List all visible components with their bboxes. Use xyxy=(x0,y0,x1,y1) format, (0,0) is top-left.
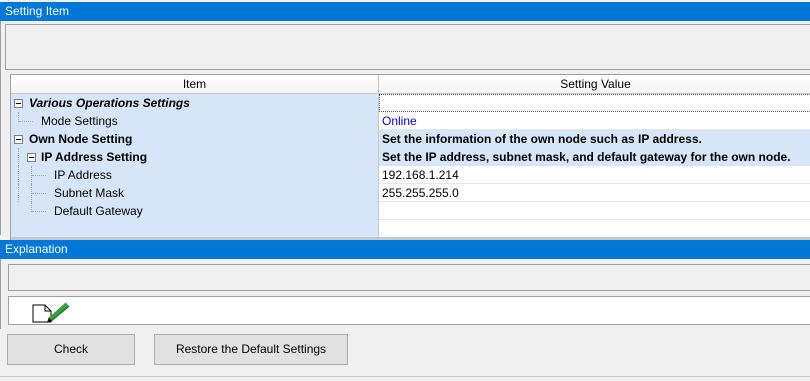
tree-line xyxy=(32,211,46,212)
row-various-operations-settings[interactable]: Various Operations Settings xyxy=(11,94,810,112)
row-label: Default Gateway xyxy=(54,204,143,218)
explanation-title: Explanation xyxy=(5,242,68,256)
setting-item-title: Setting Item xyxy=(5,4,70,18)
row-default-gateway[interactable]: Default Gateway xyxy=(11,202,810,220)
row-label: IP Address xyxy=(54,168,112,182)
collapse-icon[interactable] xyxy=(14,135,23,144)
document-pencil-icon xyxy=(31,301,73,326)
setting-item-panel: Item Setting Value Various Operations Se… xyxy=(0,21,810,244)
explanation-summary-field xyxy=(8,264,810,291)
row-own-node-setting[interactable]: Own Node Setting Set the information of … xyxy=(11,130,810,148)
row-ip-address-setting[interactable]: IP Address Setting Set the IP address, s… xyxy=(11,148,810,166)
item-cell: IP Address Setting xyxy=(11,148,379,166)
explanation-panel xyxy=(0,259,810,329)
own-node-description: Set the information of the own node such… xyxy=(379,130,810,148)
explanation-detail-area xyxy=(8,296,810,325)
tree-line xyxy=(19,121,33,122)
setting-value-cell[interactable] xyxy=(379,94,810,112)
bottom-divider xyxy=(0,376,810,378)
column-header-setting-value[interactable]: Setting Value xyxy=(379,75,810,94)
mode-settings-value[interactable]: Online xyxy=(379,112,810,130)
grid-header: Item Setting Value xyxy=(11,75,810,94)
column-header-item[interactable]: Item xyxy=(11,75,379,94)
item-cell: Own Node Setting xyxy=(11,130,379,148)
tree-line xyxy=(32,175,46,176)
tree-line xyxy=(32,193,46,194)
tree-line xyxy=(18,166,19,184)
item-cell: Various Operations Settings xyxy=(11,94,379,112)
default-gateway-value[interactable] xyxy=(379,202,810,220)
collapse-icon[interactable] xyxy=(14,99,23,108)
row-label: Subnet Mask xyxy=(54,186,125,200)
parameter-settings-window: Setting Item Item Setting Value Various … xyxy=(0,0,810,381)
row-label: IP Address Setting xyxy=(41,150,148,164)
subnet-mask-value[interactable]: 255.255.255.0 xyxy=(379,184,810,202)
row-label: Mode Settings xyxy=(41,114,118,128)
settings-grid: Item Setting Value Various Operations Se… xyxy=(10,74,810,244)
ip-address-value[interactable]: 192.168.1.214 xyxy=(379,166,810,184)
row-subnet-mask[interactable]: Subnet Mask 255.255.255.0 xyxy=(11,184,810,202)
explanation-header: Explanation xyxy=(0,240,810,259)
restore-default-settings-button[interactable]: Restore the Default Settings xyxy=(154,334,348,365)
check-button[interactable]: Check xyxy=(7,334,135,365)
item-cell: Subnet Mask xyxy=(11,184,379,202)
ip-address-setting-description: Set the IP address, subnet mask, and def… xyxy=(379,148,810,166)
row-mode-settings[interactable]: Mode Settings Online xyxy=(11,112,810,130)
setting-toolbar-area xyxy=(5,24,810,70)
row-label: Various Operations Settings xyxy=(29,96,190,110)
row-label: Own Node Setting xyxy=(29,132,133,146)
tree-line xyxy=(18,148,19,166)
item-cell: IP Address xyxy=(11,166,379,184)
item-cell: Mode Settings xyxy=(11,112,379,130)
tree-line xyxy=(18,184,19,202)
setting-item-header: Setting Item xyxy=(0,2,810,21)
item-cell: Default Gateway xyxy=(11,202,379,220)
collapse-icon[interactable] xyxy=(27,153,36,162)
row-ip-address[interactable]: IP Address 192.168.1.214 xyxy=(11,166,810,184)
item-column-filler xyxy=(11,220,379,237)
